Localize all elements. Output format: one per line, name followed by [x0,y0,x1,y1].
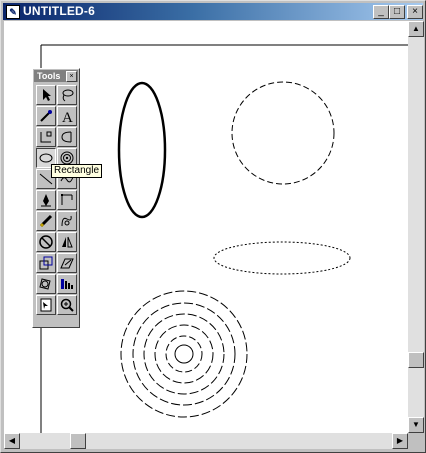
pencil-icon [39,214,53,228]
scroll-down-button[interactable]: ▼ [408,417,424,433]
line-corner-tool[interactable] [36,127,56,147]
vertical-scrollbar[interactable]: ▲ ▼ [408,21,424,433]
document-window: ✎ UNTITLED-6 _ □ × ▲ ▼ ◀ ▶ Tools × A Rec… [0,0,426,453]
arrow-icon [43,89,51,101]
text-icon: A [62,110,73,124]
arc-icon [61,131,72,143]
svg-text:A: A [62,110,73,124]
maximize-button[interactable]: □ [389,5,405,19]
minimize-button[interactable]: _ [373,5,389,19]
pointer-tool[interactable] [36,85,56,105]
bezigon-icon [61,215,72,227]
tools-palette-title-bar[interactable]: Tools × [34,70,78,82]
pen-icon [41,194,51,207]
skew-tool[interactable] [57,253,77,273]
eyedropper-tool[interactable] [36,106,56,126]
tools-palette-title: Tools [37,71,61,81]
scale-tool[interactable] [36,253,56,273]
no-stroke-tool[interactable] [36,232,56,252]
page-tool[interactable] [36,295,56,315]
corner-icon [40,131,52,143]
rotate-icon [39,278,51,290]
page-icon [40,298,52,312]
vertical-scroll-thumb[interactable] [408,352,424,368]
horizontal-scroll-thumb[interactable] [70,433,86,449]
scale-icon [39,256,53,270]
zoom-icon [60,298,74,312]
tool-tooltip: Rectangle [51,164,103,178]
lasso-icon [62,89,74,102]
app-icon: ✎ [6,5,20,19]
tools-palette-close-button[interactable]: × [66,71,77,82]
text-tool[interactable]: A [57,106,77,126]
scroll-right-button[interactable]: ▶ [392,433,408,449]
ellipse-thick [117,81,167,219]
reflect-tool[interactable] [57,232,77,252]
title-bar[interactable]: ✎ UNTITLED-6 _ □ × [3,3,423,20]
circle-dashed [231,81,335,185]
scroll-up-button[interactable]: ▲ [408,21,424,37]
skew-icon [60,258,74,269]
reflect-icon [62,236,73,248]
ellipse-dotted [213,241,351,275]
close-button[interactable]: × [407,5,423,19]
lasso-tool[interactable] [57,85,77,105]
bezigon-tool[interactable] [57,211,77,231]
scroll-left-button[interactable]: ◀ [4,433,20,449]
blend-icon [61,279,73,289]
pencil-tool[interactable] [36,211,56,231]
tools-palette: Tools × A [32,68,80,328]
knife-icon [61,194,73,205]
zoom-tool[interactable] [57,295,77,315]
pen-tool[interactable] [36,190,56,210]
eyedropper-icon [40,110,52,122]
arc-tool[interactable] [57,127,77,147]
no-icon [39,235,53,249]
size-grip[interactable] [408,433,424,449]
knife-tool[interactable] [57,190,77,210]
window-title: UNTITLED-6 [23,4,95,18]
rotate-tool[interactable] [36,274,56,294]
blend-tool[interactable] [57,274,77,294]
concentric-circles [120,290,248,418]
horizontal-scrollbar[interactable]: ◀ ▶ [4,433,408,449]
